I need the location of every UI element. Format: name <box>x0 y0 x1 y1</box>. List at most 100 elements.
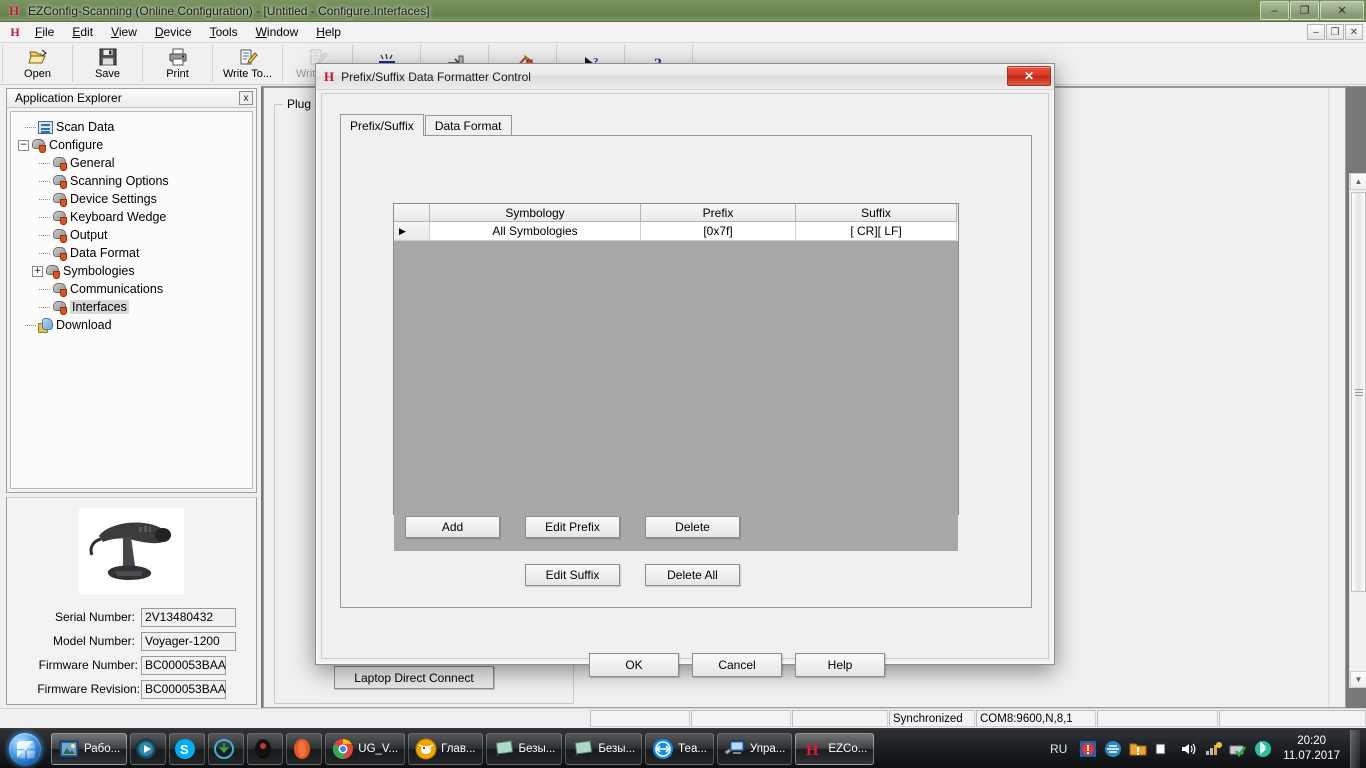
menu-item-edit[interactable]: Edit <box>63 23 102 41</box>
menu-item-file[interactable]: File <box>26 23 63 41</box>
edit-suffix-button[interactable]: Edit Suffix <box>525 564 620 586</box>
language-indicator[interactable]: RU <box>1050 742 1067 756</box>
configuration-tree[interactable]: Scan Data − Configure General Sca <box>10 111 253 489</box>
clock-date: 11.07.2017 <box>1283 749 1340 764</box>
alert-shield-icon[interactable] <box>1077 739 1098 759</box>
window-close-button[interactable]: ✕ <box>1320 1 1364 20</box>
taskbar-item-skype[interactable]: S <box>169 733 205 765</box>
start-button[interactable] <box>2 730 48 768</box>
dialog-body: Prefix/Suffix Data Format Symbology Pref… <box>321 93 1049 659</box>
tree-item-download[interactable]: Download <box>15 316 248 334</box>
mdi-child-vertical-scrollbar[interactable] <box>1328 88 1345 707</box>
window-restore-button[interactable]: ❐ <box>1290 1 1319 20</box>
taskbar-item-teamviewer[interactable]: Теа... <box>645 733 714 765</box>
show-desktop-button[interactable] <box>1350 730 1360 768</box>
window-minimize-button[interactable]: – <box>1260 1 1289 20</box>
grid-header-suffix[interactable]: Suffix <box>796 204 957 222</box>
scrollbar-thumb[interactable] <box>1351 192 1366 592</box>
mdi-child-window-controls: – ❐ ✕ <box>1306 24 1363 40</box>
tree-item-interfaces[interactable]: Interfaces <box>15 298 248 316</box>
taskbar-item-notepad-1[interactable]: Безы... <box>486 733 563 765</box>
menu-item-view[interactable]: View <box>102 23 146 41</box>
tree-item-label: Keyboard Wedge <box>70 210 166 224</box>
taskbar-item-desktop-folder[interactable]: Рабо... <box>51 733 127 765</box>
mdi-close-button[interactable]: ✕ <box>1345 24 1363 40</box>
taskbar-item-notepad-2[interactable]: Безы... <box>565 733 642 765</box>
tree-item-label: Output <box>70 228 108 242</box>
help-button[interactable]: Help <box>795 653 885 677</box>
menu-item-tools[interactable]: Tools <box>201 23 247 41</box>
taskbar-item-computer-management[interactable]: Упра... <box>717 733 792 765</box>
tree-item-communications[interactable]: Communications <box>15 280 248 298</box>
bluetooth-icon[interactable] <box>1252 739 1273 759</box>
tree-item-keyboard-wedge[interactable]: Keyboard Wedge <box>15 208 248 226</box>
ok-button[interactable]: OK <box>589 653 679 677</box>
tab-data-format[interactable]: Data Format <box>425 115 512 136</box>
taskbar-item-glav[interactable]: Глав... <box>408 733 482 765</box>
application-explorer-panel: Application Explorer x Scan Data − Confi… <box>6 88 257 493</box>
grid-cell-suffix: [ CR][ LF] <box>796 222 957 241</box>
taskbar-item-chrome[interactable]: UG_V... <box>325 733 405 765</box>
tree-item-data-format[interactable]: Data Format <box>15 244 248 262</box>
toolbar-print-button[interactable]: Print <box>145 43 210 84</box>
taskbar-clock[interactable]: 20:20 11.07.2017 <box>1283 734 1340 764</box>
tree-item-configure[interactable]: − Configure <box>15 136 248 154</box>
dialog-close-button[interactable]: ✕ <box>1007 66 1051 86</box>
add-button[interactable]: Add <box>405 516 500 538</box>
menu-bar: H File Edit View Device Tools Window Hel… <box>0 22 1366 43</box>
toolbar-write-to-button[interactable]: Write To... <box>215 43 280 84</box>
prefix-suffix-grid[interactable]: Symbology Prefix Suffix ▶ All Symbologie… <box>393 203 959 515</box>
grid-row[interactable]: ▶ All Symbologies [0x7f] [ CR][ LF] <box>394 222 958 241</box>
main-vertical-scrollbar[interactable]: ▲ ▼ <box>1349 173 1366 688</box>
toolbar-open-button[interactable]: Open <box>5 43 70 84</box>
edit-prefix-button[interactable]: Edit Prefix <box>525 516 620 538</box>
folder-warning-icon[interactable] <box>1127 739 1148 759</box>
tree-item-symbologies[interactable]: + Symbologies <box>15 262 248 280</box>
tree-item-scanning-options[interactable]: Scanning Options <box>15 172 248 190</box>
menu-item-window[interactable]: Window <box>247 23 308 41</box>
taskbar-item-media-player[interactable] <box>130 733 166 765</box>
menu-item-help[interactable]: Help <box>307 23 350 41</box>
laptop-direct-connect-button[interactable]: Laptop Direct Connect <box>334 666 494 689</box>
close-icon[interactable]: x <box>239 91 253 105</box>
tree-item-general[interactable]: General <box>15 154 248 172</box>
tree-item-device-settings[interactable]: Device Settings <box>15 190 248 208</box>
menu-help-accel: H <box>316 25 325 39</box>
scroll-up-arrow-icon[interactable]: ▲ <box>1350 173 1366 190</box>
network-signal-icon[interactable] <box>1202 739 1223 759</box>
delete-all-button[interactable]: Delete All <box>645 564 740 586</box>
expand-expander-icon[interactable]: + <box>32 266 43 277</box>
device-field-row: Model Number: Voyager-1200 <box>7 629 250 653</box>
scanner-icon <box>52 300 67 314</box>
mdi-minimize-button[interactable]: – <box>1307 24 1325 40</box>
grid-header-symbology[interactable]: Symbology <box>430 204 641 222</box>
tab-prefix-suffix[interactable]: Prefix/Suffix <box>340 114 424 136</box>
toolbar-save-button[interactable]: Save <box>75 43 140 84</box>
volume-icon[interactable] <box>1177 739 1198 759</box>
tree-item-label: Configure <box>49 138 103 152</box>
scroll-down-arrow-icon[interactable]: ▼ <box>1350 671 1366 688</box>
tree-item-output[interactable]: Output <box>15 226 248 244</box>
mdi-restore-button[interactable]: ❐ <box>1326 24 1344 40</box>
taskbar-item-ezconfig[interactable]: H EZCo... <box>795 733 874 765</box>
printer-icon <box>168 48 188 67</box>
collapse-expander-icon[interactable]: − <box>18 140 29 151</box>
taskbar-item-opera[interactable] <box>286 733 322 765</box>
menu-window-accel: W <box>256 25 267 39</box>
antivirus-check-icon[interactable] <box>1227 739 1248 759</box>
toolbar-write-to-label: Write To... <box>223 68 272 80</box>
taskbar-item-downloader[interactable] <box>208 733 244 765</box>
tree-item-scan-data[interactable]: Scan Data <box>15 118 248 136</box>
scanner-icon <box>52 282 67 296</box>
application-explorer-title: Application Explorer <box>15 91 122 105</box>
firmware-revision-label: Firmware Revision: <box>7 682 140 696</box>
menu-item-device[interactable]: Device <box>146 23 201 41</box>
delete-button[interactable]: Delete <box>645 516 740 538</box>
download-icon <box>38 318 53 332</box>
tree-line <box>25 325 36 326</box>
grid-header-prefix[interactable]: Prefix <box>641 204 796 222</box>
taskbar-item-black-app[interactable] <box>247 733 283 765</box>
cancel-button[interactable]: Cancel <box>692 653 782 677</box>
usb-eject-icon[interactable] <box>1152 739 1173 759</box>
blue-circle-icon[interactable] <box>1102 739 1123 759</box>
